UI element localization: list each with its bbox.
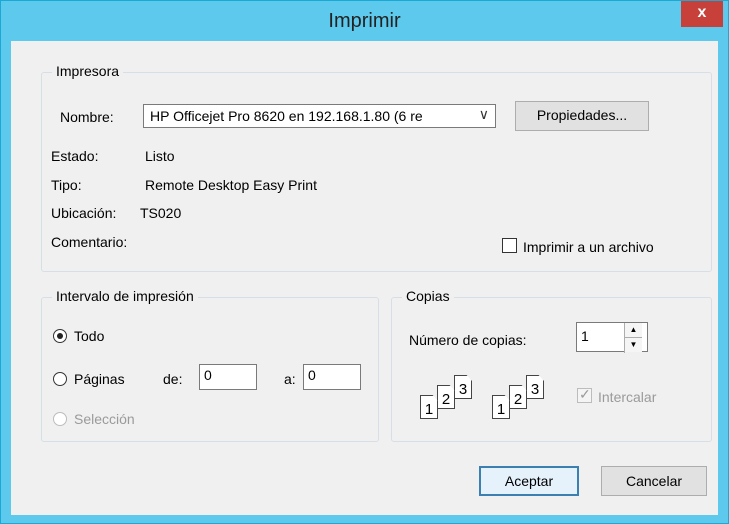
- cancel-button[interactable]: Cancelar: [601, 466, 707, 496]
- to-page-input[interactable]: 0: [303, 364, 361, 390]
- range-all-label[interactable]: Todo: [74, 328, 104, 344]
- print-range-group: Intervalo de impresión Todo Páginas de: …: [41, 288, 379, 442]
- copies-legend: Copias: [402, 288, 454, 304]
- collate-checkbox[interactable]: [577, 386, 592, 403]
- dialog-title: Imprimir: [328, 10, 401, 32]
- page-1-icon: 1: [420, 395, 438, 419]
- status-label: Estado:: [51, 148, 99, 164]
- collate-label[interactable]: Intercalar: [598, 389, 656, 405]
- printer-name-label: Nombre:: [60, 109, 114, 125]
- range-pages-label[interactable]: Páginas: [74, 371, 125, 387]
- spin-buttons[interactable]: ▲ ▼: [624, 323, 642, 353]
- dialog-body: Impresora Nombre: HP Officejet Pro 8620 …: [11, 41, 718, 515]
- range-selection-label[interactable]: Selección: [74, 411, 135, 427]
- printer-group: Impresora Nombre: HP Officejet Pro 8620 …: [41, 63, 712, 272]
- copies-count-label: Número de copias:: [409, 332, 527, 348]
- copies-count-stepper[interactable]: 1 ▲ ▼: [576, 322, 648, 353]
- comment-label: Comentario:: [51, 234, 128, 250]
- page-3-icon: 3: [454, 375, 472, 399]
- print-dialog: Imprimir x Impresora Nombre: HP Officeje…: [0, 0, 729, 524]
- spin-up-icon[interactable]: ▲: [625, 323, 642, 338]
- print-range-legend: Intervalo de impresión: [52, 288, 198, 304]
- copies-count-value: 1: [581, 328, 589, 344]
- location-value: TS020: [140, 205, 182, 221]
- page-3-icon: 3: [526, 375, 544, 399]
- range-selection-radio[interactable]: [53, 412, 67, 426]
- page-2-icon: 2: [437, 385, 455, 409]
- from-page-input[interactable]: 0: [199, 364, 257, 390]
- page-2-icon: 2: [509, 385, 527, 409]
- properties-button[interactable]: Propiedades...: [515, 101, 649, 131]
- from-label: de:: [163, 371, 183, 387]
- copies-group: Copias Número de copias: 1 ▲ ▼ 3 2 1 3 2…: [391, 288, 712, 442]
- close-button[interactable]: x: [681, 1, 723, 27]
- chevron-down-icon: ∨: [478, 106, 489, 122]
- printer-name-select[interactable]: HP Officejet Pro 8620 en 192.168.1.80 (6…: [143, 104, 496, 128]
- location-label: Ubicación:: [51, 205, 117, 221]
- type-value: Remote Desktop Easy Print: [145, 177, 317, 193]
- title-bar[interactable]: Imprimir x: [1, 1, 728, 41]
- collate-illustration-2: 3 2 1: [486, 375, 546, 425]
- range-all-radio[interactable]: [53, 329, 67, 343]
- page-1-icon: 1: [492, 395, 510, 419]
- type-label: Tipo:: [51, 177, 82, 193]
- to-label: a:: [284, 371, 296, 387]
- range-pages-radio[interactable]: [53, 372, 67, 386]
- print-to-file-checkbox[interactable]: [502, 238, 517, 253]
- collate-illustration-1: 3 2 1: [414, 375, 474, 425]
- status-value: Listo: [145, 148, 175, 164]
- printer-group-legend: Impresora: [52, 63, 124, 79]
- accept-button[interactable]: Aceptar: [479, 466, 579, 496]
- spin-down-icon[interactable]: ▼: [625, 338, 642, 352]
- printer-name-value: HP Officejet Pro 8620 en 192.168.1.80 (6…: [150, 108, 423, 124]
- print-to-file-label[interactable]: Imprimir a un archivo: [523, 239, 654, 255]
